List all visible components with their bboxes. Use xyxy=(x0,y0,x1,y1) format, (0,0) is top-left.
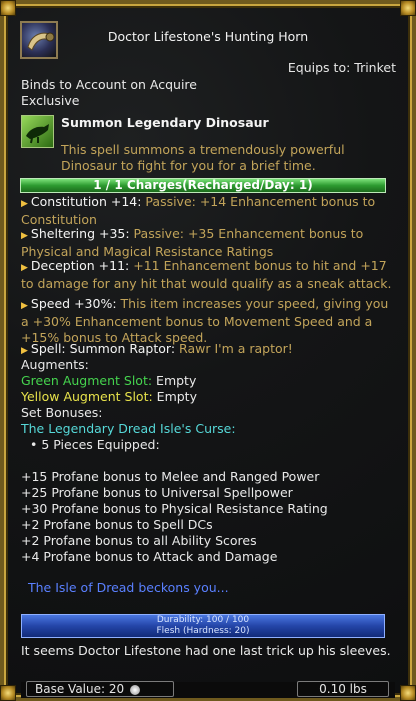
effect-label: Deception +11: xyxy=(30,258,130,273)
augments-header: Augments: xyxy=(21,357,89,372)
spell-description: This spell summons a tremendously powerf… xyxy=(61,142,345,173)
bullet-icon: • xyxy=(30,437,38,452)
set-bonus-line: +2 Profane bonus to all Ability Scores xyxy=(21,533,257,548)
set-name: The Legendary Dread Isle's Curse: xyxy=(21,421,236,436)
durability-text: Durability: 100 / 100 xyxy=(156,615,250,625)
frame-corner xyxy=(400,0,416,16)
item-weight: 0.10 lbs xyxy=(297,681,389,697)
bullet-arrow-icon: ▶ xyxy=(21,263,28,273)
effect-label: Spell: Summon Raptor: xyxy=(30,341,176,356)
base-value-text: Base Value: 20 xyxy=(35,682,125,696)
bullet-arrow-icon: ▶ xyxy=(21,231,28,241)
equips-to: Equips to: Trinket xyxy=(287,60,396,75)
lore-text: It seems Doctor Lifestone had one last t… xyxy=(21,643,391,658)
silver-coin-icon xyxy=(130,684,141,695)
bullet-arrow-icon: ▶ xyxy=(21,346,28,356)
pieces-label: 5 Pieces Equipped: xyxy=(41,437,160,452)
set-bonus-line: +4 Profane bonus to Attack and Damage xyxy=(21,549,278,564)
effect-speed: ▶ Speed +30%: This item increases your sp… xyxy=(21,296,396,346)
set-bonus-line: +25 Profane bonus to Universal Spellpowe… xyxy=(21,485,293,500)
augment-slot-label: Yellow Augment Slot: xyxy=(21,389,153,404)
dinosaur-spell-icon xyxy=(21,115,54,148)
bullet-arrow-icon: ▶ xyxy=(21,301,28,311)
set-bonus-line: +2 Profane bonus to Spell DCs xyxy=(21,517,213,532)
frame-corner xyxy=(0,0,16,16)
effect-text: Rawr I'm a raptor! xyxy=(175,341,293,356)
set-bonus-line: +15 Profane bonus to Melee and Ranged Po… xyxy=(21,469,320,484)
effect-deception: ▶ Deception +11: +11 Enhancement bonus to… xyxy=(21,258,396,292)
frame-corner xyxy=(400,685,416,701)
effect-sheltering: ▶ Sheltering +35: Passive: +35 Enhancemen… xyxy=(21,226,396,260)
base-value: Base Value: 20 xyxy=(26,681,174,697)
effect-label: Constitution +14: xyxy=(30,194,142,209)
set-bonuses-header: Set Bonuses: xyxy=(21,405,103,420)
augment-slot-value: Empty xyxy=(152,373,197,388)
item-title: Doctor Lifestone's Hunting Horn xyxy=(107,29,309,44)
set-bonus-line: +30 Profane bonus to Physical Resistance… xyxy=(21,501,328,516)
flavor-text: The Isle of Dread beckons you... xyxy=(28,580,229,595)
spell-name: Summon Legendary Dinosaur xyxy=(61,115,269,130)
frame-corner xyxy=(0,685,16,701)
bullet-arrow-icon: ▶ xyxy=(21,199,28,209)
green-augment-slot[interactable]: Green Augment Slot: Empty xyxy=(21,373,196,388)
material-text: Flesh (Hardness: 20) xyxy=(156,626,250,636)
set-pieces-equipped: • 5 Pieces Equipped: xyxy=(30,437,160,452)
effect-label: Sheltering +35: xyxy=(30,226,130,241)
effect-constitution: ▶ Constitution +14: Passive: +14 Enhancem… xyxy=(21,194,396,228)
charges-bar: 1 / 1 Charges(Recharged/Day: 1) xyxy=(20,178,386,193)
augment-slot-value: Empty xyxy=(152,389,197,404)
binds-text: Binds to Account on Acquire xyxy=(21,77,197,92)
yellow-augment-slot[interactable]: Yellow Augment Slot: Empty xyxy=(21,389,197,404)
durability-bar: Durability: 100 / 100 Flesh (Hardness: 2… xyxy=(21,614,385,638)
exclusive-text: Exclusive xyxy=(21,93,80,108)
effect-label: Speed +30%: xyxy=(30,296,117,311)
augment-slot-label: Green Augment Slot: xyxy=(21,373,153,388)
